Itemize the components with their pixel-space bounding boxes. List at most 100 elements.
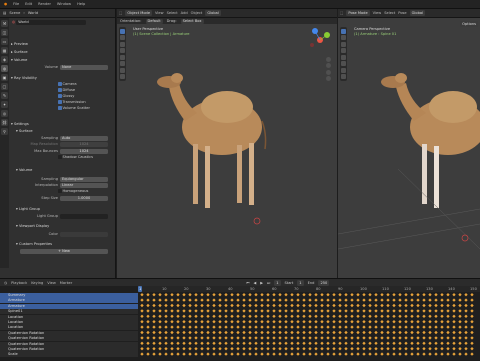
keyframe-marker[interactable] xyxy=(302,309,306,313)
keyframe-marker[interactable] xyxy=(428,325,432,329)
keyframe-marker[interactable] xyxy=(386,347,390,351)
keyframe-marker[interactable] xyxy=(164,320,168,324)
keyframe-marker[interactable] xyxy=(194,330,198,335)
keyframe-marker[interactable] xyxy=(200,347,204,351)
keyframe-marker[interactable] xyxy=(344,341,348,345)
keyframe-marker[interactable] xyxy=(404,320,408,324)
keyframe-marker[interactable] xyxy=(368,341,372,345)
keyframe-marker[interactable] xyxy=(416,298,420,302)
keyframe-marker[interactable] xyxy=(296,336,300,340)
keyframe-marker[interactable] xyxy=(152,341,156,345)
editor-type-icon[interactable]: ◷ xyxy=(4,281,7,285)
keyframe-marker[interactable] xyxy=(314,325,318,329)
keyframe-marker[interactable] xyxy=(248,314,252,318)
keyframe-marker[interactable] xyxy=(422,298,426,302)
jump-end-icon[interactable]: ⏭ xyxy=(267,281,270,285)
keyframe-marker[interactable] xyxy=(212,336,216,340)
keyframe-marker[interactable] xyxy=(218,320,222,324)
keyframe-marker[interactable] xyxy=(410,309,414,313)
keyframe-marker[interactable] xyxy=(170,330,174,335)
keyframe-marker[interactable] xyxy=(218,298,222,302)
keyframe-marker[interactable] xyxy=(404,347,408,351)
channel-row[interactable]: Location xyxy=(0,320,138,325)
keyframe-marker[interactable] xyxy=(260,314,264,318)
keyframe-marker[interactable] xyxy=(206,341,210,345)
channel-row[interactable]: Quaternion Rotation xyxy=(0,347,138,352)
keyframe-marker[interactable] xyxy=(338,303,342,308)
keyframe-marker[interactable] xyxy=(164,325,168,329)
keyframe-marker[interactable] xyxy=(368,303,372,308)
keyframe-marker[interactable] xyxy=(182,314,186,318)
keyframe-marker[interactable] xyxy=(146,341,150,345)
keyframe-marker[interactable] xyxy=(458,303,462,308)
keyframe-marker[interactable] xyxy=(302,298,306,302)
properties-editor-icon[interactable]: ▤ xyxy=(3,11,6,15)
keyframe-marker[interactable] xyxy=(188,347,192,351)
keyframe-marker[interactable] xyxy=(434,352,438,356)
tab-particles[interactable]: ✦ xyxy=(1,101,8,108)
keyframe-marker[interactable] xyxy=(176,330,180,335)
keyframe-marker[interactable] xyxy=(374,314,378,318)
keyframe-marker[interactable] xyxy=(278,309,282,313)
keyframe-marker[interactable] xyxy=(140,303,144,308)
keyframe-marker[interactable] xyxy=(146,352,150,356)
keyframe-marker[interactable] xyxy=(410,303,414,308)
keyframe-marker[interactable] xyxy=(224,352,228,356)
keyframe-marker[interactable] xyxy=(266,293,270,297)
keyframe-marker[interactable] xyxy=(470,341,474,345)
keyframe-marker[interactable] xyxy=(374,341,378,345)
keyframe-marker[interactable] xyxy=(296,352,300,356)
keyframe-marker[interactable] xyxy=(470,320,474,324)
keyframe-marker[interactable] xyxy=(368,336,372,340)
keyframe-marker[interactable] xyxy=(326,293,330,297)
keyframe-marker[interactable] xyxy=(290,309,294,313)
keyframe-marker[interactable] xyxy=(452,298,456,302)
keyframe-marker[interactable] xyxy=(374,325,378,329)
keyframe-marker[interactable] xyxy=(206,298,210,302)
keyframe-marker[interactable] xyxy=(254,293,258,297)
keyframe-marker[interactable] xyxy=(254,325,258,329)
channel-row[interactable]: Quaternion Rotation xyxy=(0,330,138,336)
keyframe-marker[interactable] xyxy=(230,352,234,356)
keyframe-marker[interactable] xyxy=(290,352,294,356)
keyframe-marker[interactable] xyxy=(326,298,330,302)
keyframe-marker[interactable] xyxy=(356,314,360,318)
keyframe-marker[interactable] xyxy=(140,352,144,356)
keyframe-marker[interactable] xyxy=(146,330,150,335)
keyframe-marker[interactable] xyxy=(242,325,246,329)
keyframe-marker[interactable] xyxy=(422,303,426,308)
keyframe-marker[interactable] xyxy=(326,341,330,345)
keyframe-marker[interactable] xyxy=(158,336,162,340)
keyframe-marker[interactable] xyxy=(212,303,216,308)
keyframe-marker[interactable] xyxy=(428,303,432,308)
keyframe-marker[interactable] xyxy=(254,298,258,302)
channel-row[interactable]: Scale xyxy=(0,352,138,358)
keyframe-marker[interactable] xyxy=(320,293,324,297)
keyframe-marker[interactable] xyxy=(404,341,408,345)
keyframe-marker[interactable] xyxy=(272,347,276,351)
keyframe-marker[interactable] xyxy=(230,336,234,340)
keyframe-marker[interactable] xyxy=(272,320,276,324)
keyframe-marker[interactable] xyxy=(146,347,150,351)
keyframe-marker[interactable] xyxy=(314,336,318,340)
keyframe-marker[interactable] xyxy=(338,325,342,329)
keyframe-marker[interactable] xyxy=(422,325,426,329)
keyframe-marker[interactable] xyxy=(266,330,270,335)
keyframe-marker[interactable] xyxy=(440,303,444,308)
keyframe-marker[interactable] xyxy=(224,336,228,340)
keyframe-marker[interactable] xyxy=(308,303,312,308)
keyframe-marker[interactable] xyxy=(224,347,228,351)
keyframe-marker[interactable] xyxy=(230,309,234,313)
keyframe-marker[interactable] xyxy=(458,320,462,324)
keyframe-marker[interactable] xyxy=(140,330,144,335)
keyframe-marker[interactable] xyxy=(152,314,156,318)
keyframe-marker[interactable] xyxy=(326,309,330,313)
keyframe-marker[interactable] xyxy=(188,336,192,340)
keyframe-marker[interactable] xyxy=(218,336,222,340)
keyframe-marker[interactable] xyxy=(446,320,450,324)
keyframe-marker[interactable] xyxy=(374,298,378,302)
keyframe-marker[interactable] xyxy=(392,336,396,340)
keyframe-marker[interactable] xyxy=(164,309,168,313)
keyframe-marker[interactable] xyxy=(428,320,432,324)
keyframe-marker[interactable] xyxy=(332,341,336,345)
